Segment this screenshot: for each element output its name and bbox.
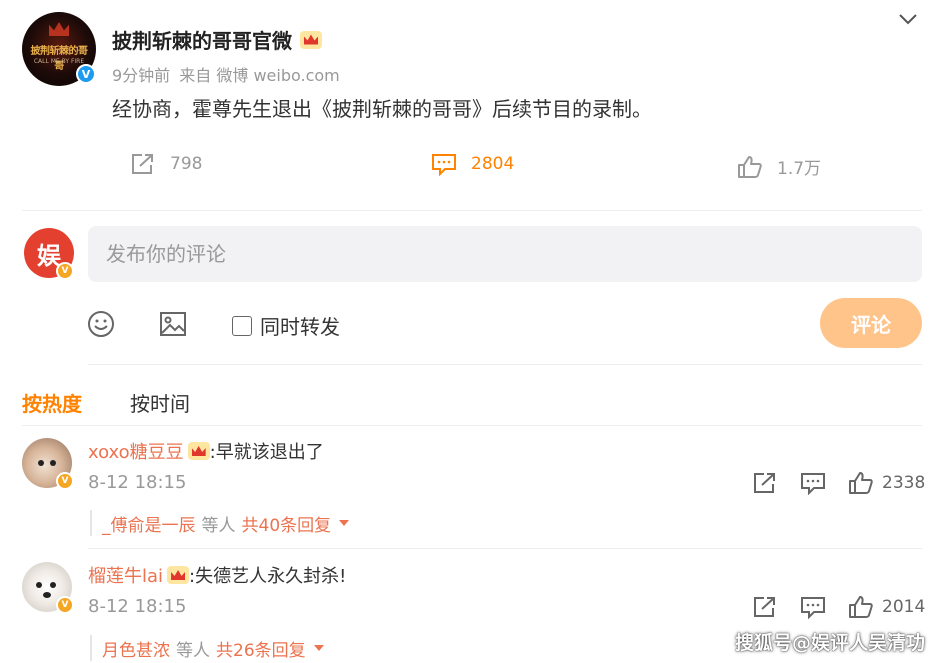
sync-repost-checkbox[interactable]: 同时转发 — [232, 311, 340, 340]
chevron-down-icon[interactable] — [897, 8, 919, 30]
comment-username[interactable]: 榴莲牛lai — [88, 562, 163, 588]
post-meta: 9分钟前 来自 微博 weibo.com — [112, 62, 344, 86]
divider — [22, 210, 922, 211]
reply-mid-text: 等人 — [176, 640, 210, 661]
sync-repost-label: 同时转发 — [260, 315, 340, 339]
avatar-logo-subtext: CALL ME BY FIRE — [33, 58, 85, 65]
post-author-row: 披荆斩棘的哥哥官微 — [112, 25, 322, 54]
comment-time: 8-12 18:15 — [88, 596, 187, 617]
thumbs-up-icon[interactable] — [848, 471, 874, 495]
comment-text: :早就该退出了 — [209, 442, 324, 463]
repost-icon[interactable] — [752, 471, 778, 495]
reply-count[interactable]: 共26条回复 — [216, 636, 306, 661]
comment-like-count: 2338 — [882, 473, 926, 493]
comment-line: 榴莲牛lai :失德艺人永久封杀! — [88, 562, 346, 588]
reply-user[interactable]: 月色甚浓 — [102, 636, 170, 661]
post-content: 经协商，霍尊先生退出《披荆斩棘的哥哥》后续节目的录制。 — [112, 97, 652, 121]
vip-crown-icon[interactable] — [300, 30, 322, 49]
reply-user[interactable]: _傅俞是一辰 — [102, 511, 196, 536]
verified-gold-icon: V — [56, 596, 74, 614]
comment-count: 2804 — [471, 154, 515, 174]
caret-down-icon[interactable] — [313, 645, 324, 651]
divider — [88, 548, 922, 549]
comment-line: xoxo糖豆豆 :早就该退出了 — [88, 438, 324, 464]
watermark: 搜狐号@娱评人吴清功 — [735, 632, 926, 654]
thumbs-up-icon — [738, 155, 762, 178]
divider — [88, 364, 922, 365]
repost-icon[interactable] — [752, 595, 778, 619]
comment-input[interactable] — [88, 226, 922, 282]
reply-count[interactable]: 共40条回复 — [242, 511, 332, 536]
post-time[interactable]: 9分钟前 — [112, 66, 170, 85]
reply-mid-text: 等人 — [201, 515, 236, 536]
comment-username[interactable]: xoxo糖豆豆 — [88, 438, 184, 464]
avatar-crown-logo — [49, 22, 69, 36]
vip-crown-icon[interactable] — [167, 566, 190, 584]
divider — [22, 425, 922, 426]
tab-sort-time[interactable]: 按时间 — [130, 388, 190, 417]
submit-comment-button[interactable]: 评论 — [820, 298, 922, 348]
emoji-icon[interactable] — [86, 309, 116, 339]
comment-time: 8-12 18:15 — [88, 472, 187, 493]
post-source: 来自 微博 weibo.com — [179, 66, 340, 85]
reply-summary[interactable]: _傅俞是一辰 等人 共40条回复 — [90, 510, 350, 536]
checkbox-box[interactable] — [232, 315, 252, 336]
repost-count: 798 — [170, 154, 203, 174]
comment-icon[interactable] — [800, 595, 826, 619]
verified-gold-icon: V — [56, 262, 74, 280]
thumbs-up-icon[interactable] — [848, 595, 874, 619]
caret-down-icon[interactable] — [339, 520, 350, 526]
like-count: 1.7万 — [777, 159, 822, 179]
comment-button[interactable]: 2804 — [431, 152, 514, 176]
verified-blue-icon: V — [76, 64, 96, 84]
comment-like-count: 2014 — [882, 597, 926, 617]
comment-text: :失德艺人永久封杀! — [189, 566, 347, 587]
verified-gold-icon: V — [56, 472, 74, 490]
comment-actions: 2338 — [752, 471, 925, 495]
comment-actions: 2014 — [752, 595, 925, 619]
image-icon[interactable] — [158, 309, 188, 339]
reply-summary[interactable]: 月色甚浓 等人 共26条回复 — [90, 635, 324, 661]
like-button[interactable]: 1.7万 — [737, 154, 821, 179]
repost-button[interactable]: 798 — [130, 152, 202, 176]
repost-icon — [132, 154, 153, 174]
vip-crown-icon[interactable] — [187, 442, 210, 460]
comment-icon — [432, 154, 456, 176]
post-author-name[interactable]: 披荆斩棘的哥哥官微 — [112, 25, 292, 54]
comment-icon[interactable] — [800, 471, 826, 495]
tab-sort-hot[interactable]: 按热度 — [22, 388, 82, 417]
